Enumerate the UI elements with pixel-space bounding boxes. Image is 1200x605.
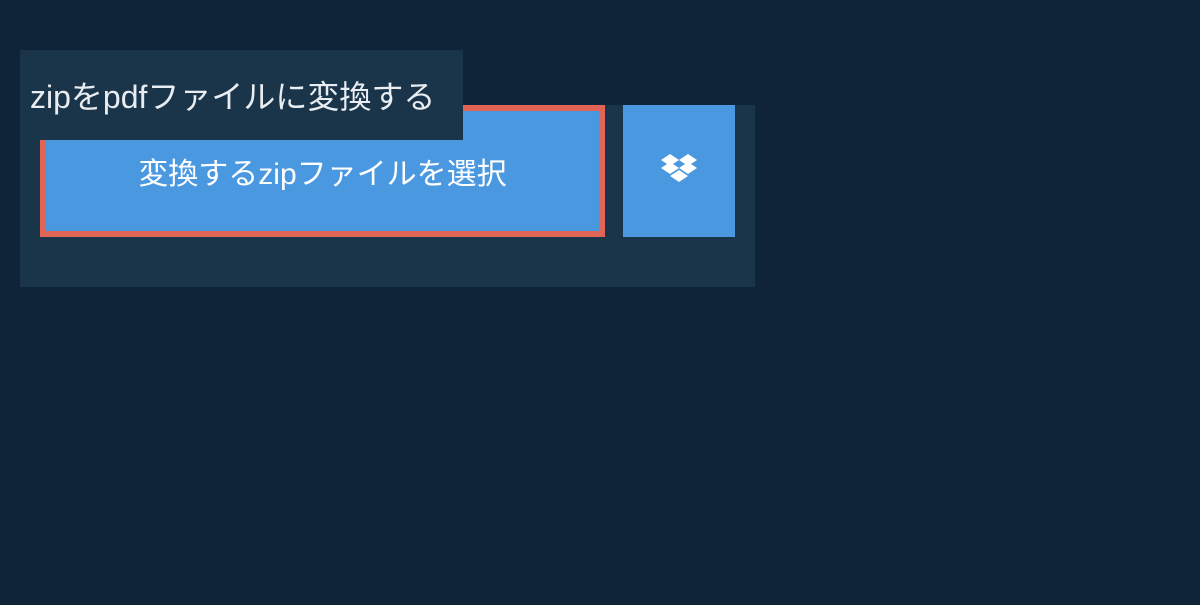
page-title: zipをpdfファイルに変換する (30, 72, 435, 118)
title-container: zipをpdfファイルに変換する (20, 50, 463, 140)
dropbox-button[interactable] (623, 105, 735, 237)
select-file-label: 変換するzipファイルを選択 (138, 149, 506, 193)
dropbox-icon (661, 154, 697, 189)
